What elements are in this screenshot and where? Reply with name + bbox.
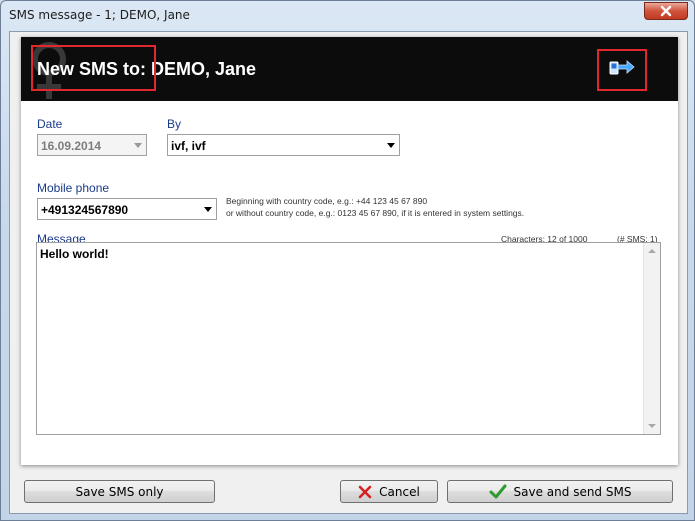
phone-hint-line1: Beginning with country code, e.g.: +44 1…: [226, 196, 428, 206]
save-sms-only-button[interactable]: Save SMS only: [24, 480, 215, 503]
dialog-header: New SMS to: DEMO, Jane: [21, 37, 678, 101]
scroll-up-icon[interactable]: [648, 249, 656, 253]
date-value: 16.09.2014: [41, 139, 102, 153]
scroll-down-icon[interactable]: [648, 424, 656, 428]
green-check-icon: [489, 484, 507, 500]
save-and-send-sms-button[interactable]: Save and send SMS: [447, 480, 673, 503]
chevron-down-icon[interactable]: [387, 143, 395, 148]
title-bar[interactable]: SMS message - 1; DEMO, Jane: [1, 1, 694, 31]
chevron-down-icon[interactable]: [204, 207, 212, 212]
window-title: SMS message - 1; DEMO, Jane: [9, 8, 190, 22]
cancel-button[interactable]: Cancel: [340, 480, 438, 503]
message-scrollbar[interactable]: [643, 243, 660, 434]
cancel-label: Cancel: [379, 484, 420, 499]
close-icon: [659, 5, 673, 17]
mobile-phone-value: +491324567890: [41, 203, 129, 217]
date-label: Date: [37, 117, 63, 131]
close-button[interactable]: [644, 2, 688, 20]
mobile-phone-select[interactable]: +491324567890: [37, 198, 217, 220]
by-value: ivf, ivf: [171, 139, 206, 153]
by-select[interactable]: ivf, ivf: [167, 134, 400, 156]
sms-message-window: SMS message - 1; DEMO, Jane New SMS to: …: [0, 0, 695, 521]
message-text: Hello world!: [40, 247, 109, 261]
client-area: New SMS to: DEMO, Jane Date 16.09.2014 B…: [9, 31, 688, 514]
red-x-icon: [358, 485, 372, 499]
phone-hint-line2: or without country code, e.g.: 0123 45 6…: [226, 208, 525, 218]
message-textarea[interactable]: Hello world!: [36, 242, 661, 435]
mobile-phone-label: Mobile phone: [37, 181, 110, 195]
send-sms-icon[interactable]: [609, 56, 635, 78]
by-label: By: [167, 117, 182, 131]
save-sms-only-label: Save SMS only: [75, 484, 164, 499]
highlight-box: [31, 45, 156, 91]
chevron-down-icon: [134, 143, 142, 148]
date-field: 16.09.2014: [37, 134, 147, 156]
save-and-send-sms-label: Save and send SMS: [513, 484, 632, 499]
